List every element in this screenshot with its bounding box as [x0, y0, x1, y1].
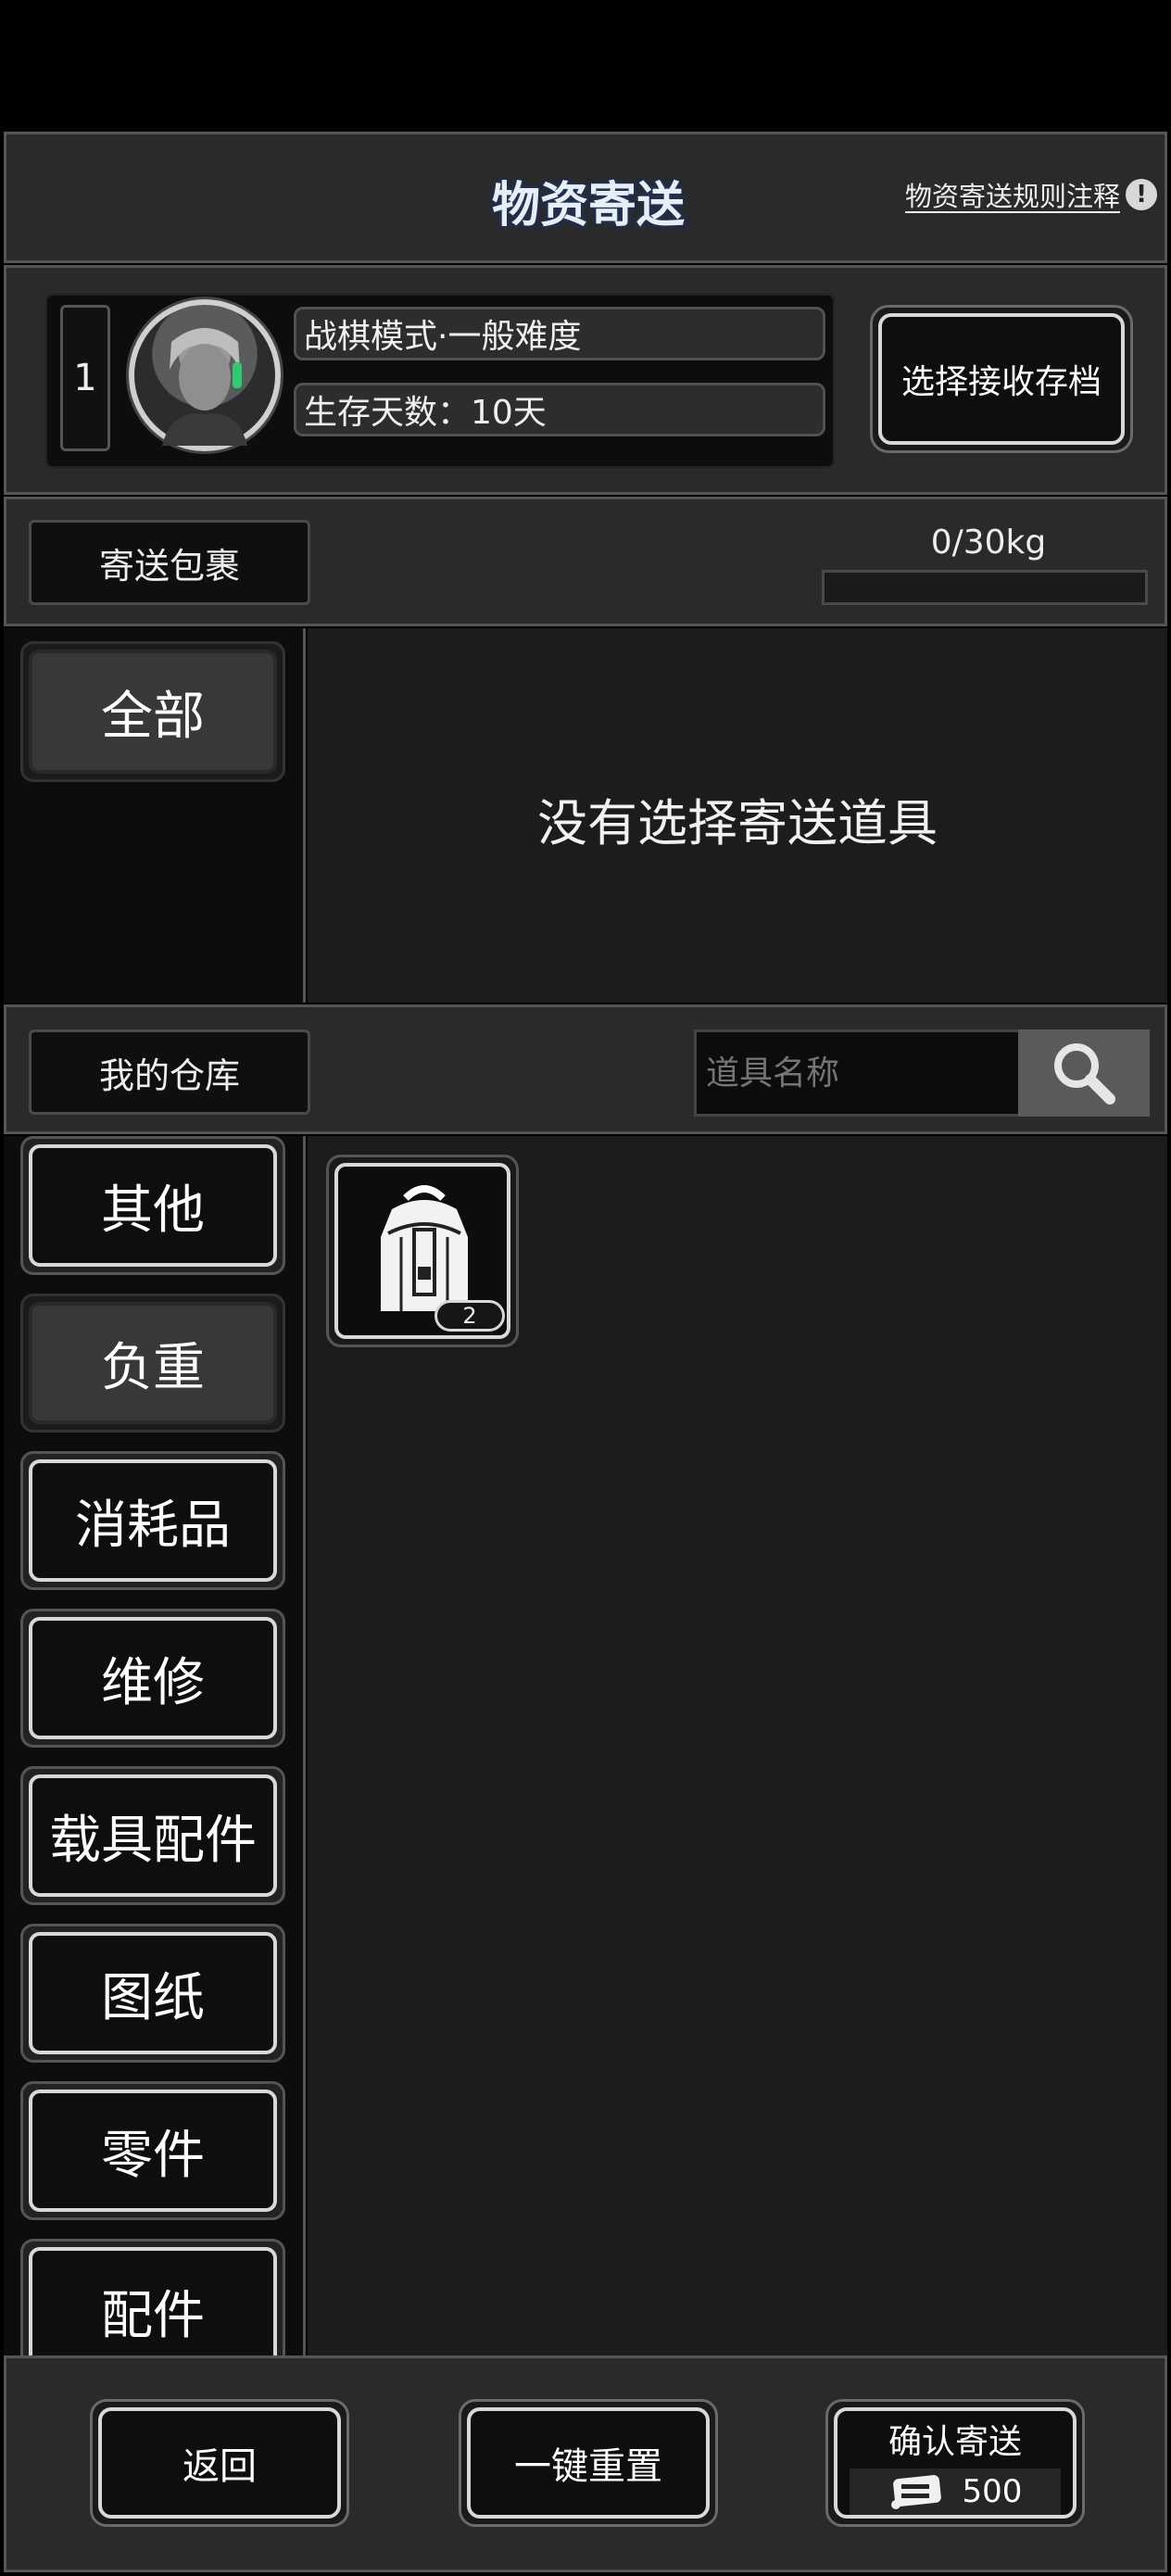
warehouse-tab-vehicle-parts[interactable]: 载具配件 — [20, 1766, 285, 1905]
game-mode-field: 战棋模式·一般难度 — [294, 307, 825, 360]
rules-link[interactable]: 物资寄送规则注释 ! — [905, 175, 1158, 214]
item-slot-inner: 2 — [334, 1163, 510, 1339]
reset-button-label: 一键重置 — [467, 2407, 710, 2519]
warehouse-tab-label: 消耗品 — [29, 1459, 277, 1582]
warehouse-label: 我的仓库 — [29, 1029, 310, 1115]
warehouse-tab-label: 维修 — [29, 1617, 277, 1739]
search-button[interactable] — [1018, 1029, 1150, 1117]
character-portrait-icon — [162, 328, 247, 446]
cost-value: 500 — [962, 2473, 1023, 2510]
back-button[interactable]: 返回 — [90, 2399, 349, 2527]
package-bar: 寄送包裹 0/30kg — [4, 497, 1167, 626]
save-slot-bar: 1 战棋模式·一般难度 生存天数：10天 选择接收存档 — [4, 265, 1167, 495]
warehouse-tab-label: 零件 — [29, 2090, 277, 2212]
confirm-send-button[interactable]: 确认寄送 500 — [825, 2399, 1085, 2527]
warehouse-tab-accessories[interactable]: 配件 — [20, 2239, 285, 2355]
package-tab-all[interactable]: 全部 — [20, 641, 285, 782]
confirm-send-inner: 确认寄送 500 — [834, 2407, 1077, 2519]
warehouse-tab-other[interactable]: 其他 — [20, 1136, 285, 1275]
package-tab-label: 全部 — [29, 650, 277, 774]
warehouse-tab-blueprints[interactable]: 图纸 — [20, 1924, 285, 2063]
ticket-icon — [890, 2475, 941, 2509]
confirm-send-label: 确认寄送 — [888, 2423, 1022, 2461]
warehouse-tab-components[interactable]: 零件 — [20, 2081, 285, 2220]
item-count-badge: 2 — [434, 1300, 505, 1332]
package-label: 寄送包裹 — [29, 520, 310, 605]
header-bar: 物资寄送 物资寄送规则注释 ! — [4, 132, 1167, 263]
package-weight: 0/30kg — [930, 524, 1047, 562]
search-input[interactable] — [694, 1029, 1022, 1117]
warehouse-bar: 我的仓库 — [4, 1004, 1167, 1134]
warehouse-tab-label: 载具配件 — [29, 1774, 277, 1897]
empty-message: 没有选择寄送道具 — [537, 794, 938, 852]
survival-days-field: 生存天数：10天 — [294, 383, 825, 436]
rules-link-label: 物资寄送规则注释 — [905, 181, 1121, 212]
cost-box: 500 — [850, 2469, 1061, 2515]
warehouse-item-slot[interactable]: 2 — [326, 1155, 519, 1347]
warehouse-tab-repair[interactable]: 维修 — [20, 1609, 285, 1748]
save-slot-card[interactable]: 1 战棋模式·一般难度 生存天数：10天 — [45, 294, 835, 468]
exclamation-icon: ! — [1126, 179, 1158, 210]
warehouse-tab-consumables[interactable]: 消耗品 — [20, 1451, 285, 1590]
slot-number: 1 — [60, 305, 110, 451]
warehouse-tab-load[interactable]: 负重 — [20, 1294, 285, 1433]
footer-bar: 返回 一键重置 确认寄送 500 — [4, 2355, 1167, 2572]
avatar — [129, 299, 281, 451]
select-save-button-label: 选择接收存档 — [878, 313, 1125, 445]
warehouse-tab-label: 负重 — [29, 1302, 277, 1424]
select-save-button[interactable]: 选择接收存档 — [870, 305, 1133, 453]
warehouse-tab-label: 配件 — [29, 2247, 277, 2355]
warehouse-content: 2 — [308, 1136, 1167, 2355]
reset-button[interactable]: 一键重置 — [459, 2399, 718, 2527]
warehouse-tab-label: 其他 — [29, 1144, 277, 1267]
warehouse-tab-label: 图纸 — [29, 1932, 277, 2054]
package-content: 没有选择寄送道具 — [308, 628, 1167, 1003]
weight-progress-bar — [822, 570, 1148, 605]
search-icon — [1054, 1043, 1115, 1105]
back-button-label: 返回 — [98, 2407, 341, 2519]
